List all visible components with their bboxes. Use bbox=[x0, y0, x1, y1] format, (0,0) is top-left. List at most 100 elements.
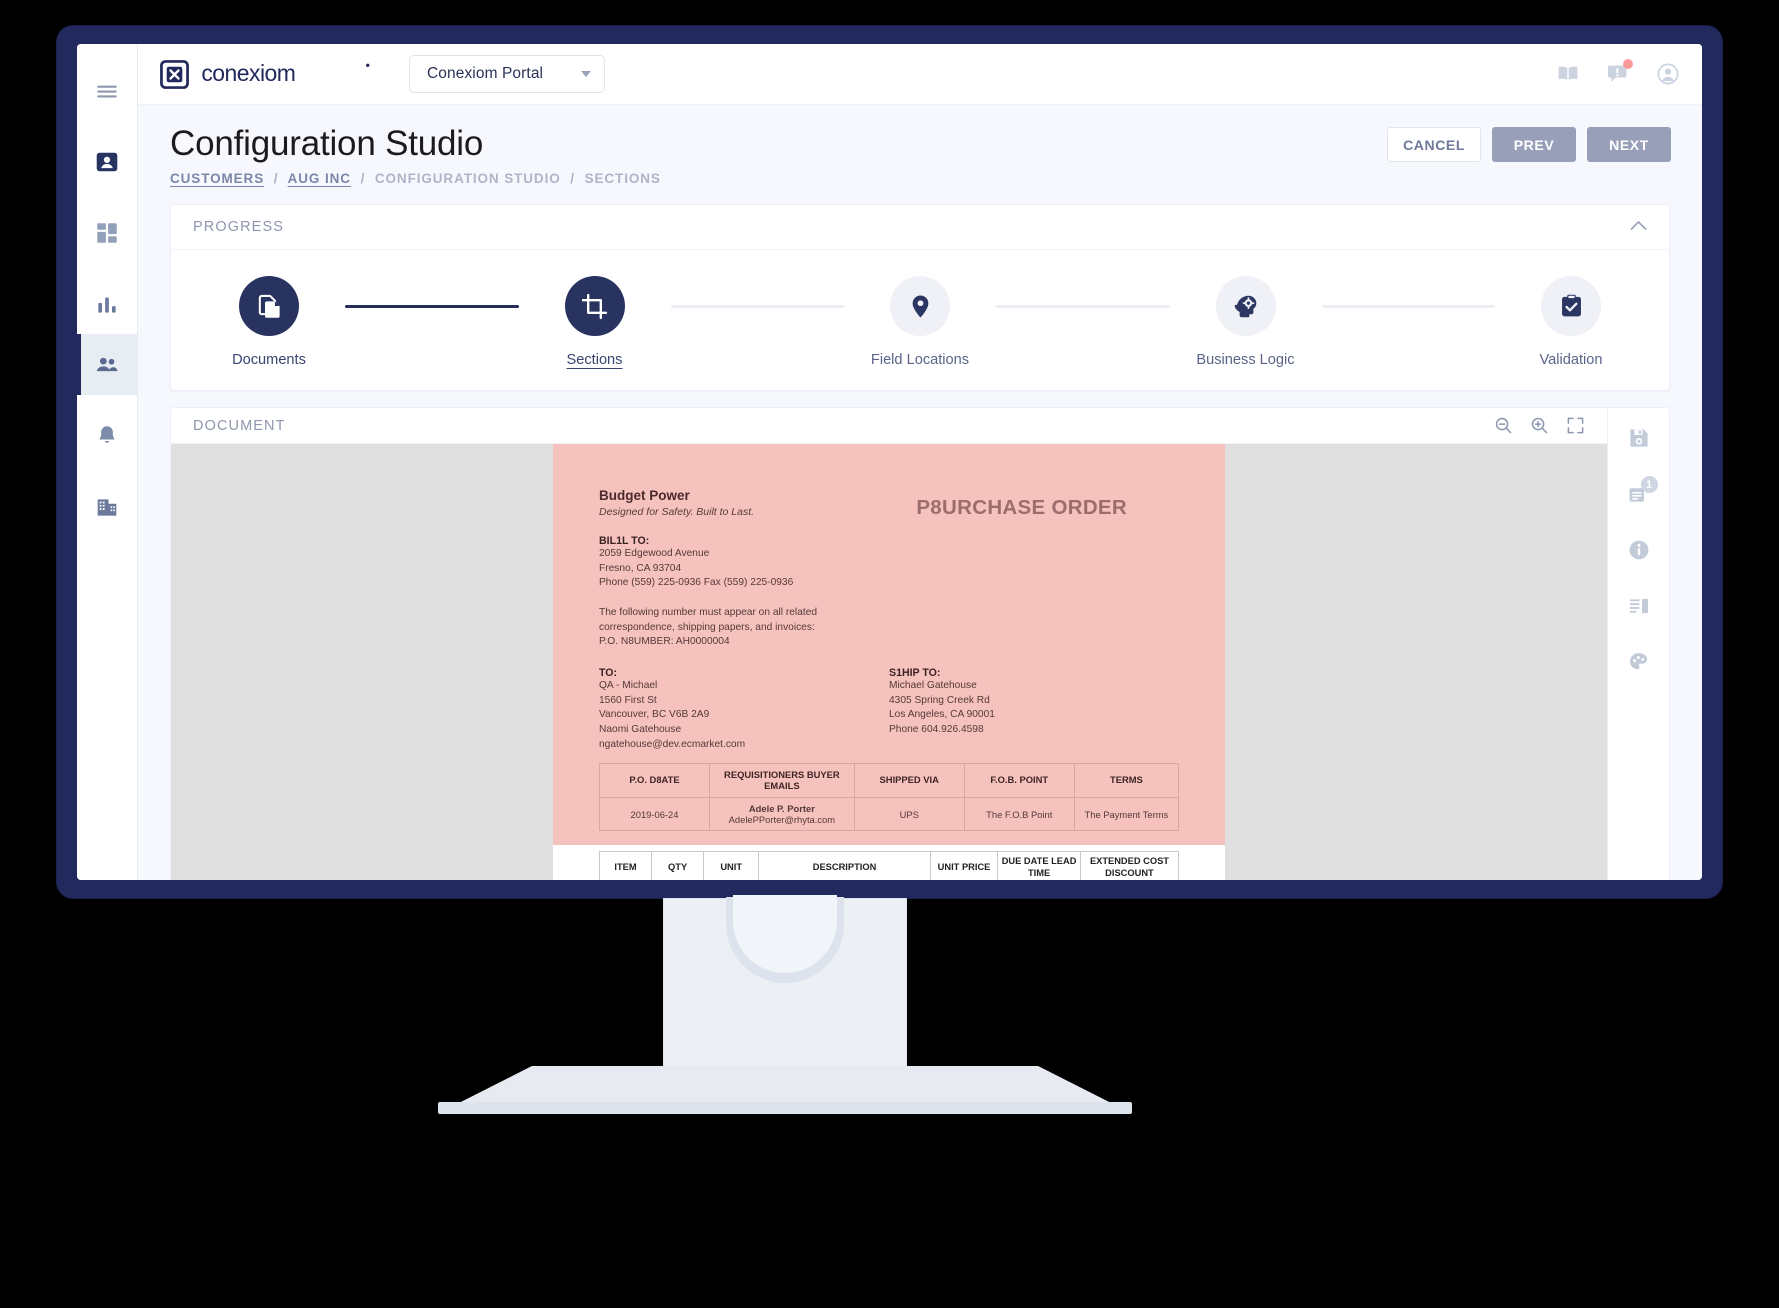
chevron-up-icon bbox=[1630, 221, 1647, 231]
topbar: conexiom Conexiom Portal bbox=[138, 44, 1702, 105]
notification-dot bbox=[1623, 59, 1633, 69]
portal-selector[interactable]: Conexiom Portal bbox=[409, 55, 605, 93]
po-items-table: ITEM QTY UNIT DESCRIPTION UNIT PRICE DUE… bbox=[598, 851, 1180, 880]
sidebar-item-menu[interactable] bbox=[77, 60, 138, 121]
brand-logo[interactable]: conexiom bbox=[160, 59, 381, 89]
po-meta-shipped-via: UPS bbox=[853, 797, 965, 832]
stepper-connector-done bbox=[345, 305, 519, 309]
breadcrumb: CUSTOMERS / AUG INC / CONFIGURATION STUD… bbox=[170, 171, 1670, 186]
stepper-connector bbox=[1321, 305, 1495, 309]
stepper-connector bbox=[670, 305, 844, 309]
notes-button[interactable]: 1 bbox=[1627, 476, 1658, 506]
step-sections[interactable]: Sections bbox=[519, 276, 671, 368]
po-items-header-extended-cost: EXTENDED COST DISCOUNT bbox=[1079, 851, 1180, 880]
book-icon bbox=[1558, 66, 1578, 81]
sidebar-item-organizations[interactable] bbox=[77, 476, 138, 537]
sidebar-item-analytics[interactable] bbox=[77, 273, 138, 334]
step-field-locations-bubble bbox=[890, 276, 950, 337]
po-meta-row: 2019-06-24 Adele P. Porter AdelePPorter@… bbox=[599, 797, 1180, 832]
left-nav-rail bbox=[77, 44, 138, 880]
zoom-in-button[interactable] bbox=[1530, 416, 1549, 435]
account-avatar-icon bbox=[1657, 63, 1679, 85]
svg-text:conexiom: conexiom bbox=[201, 61, 295, 86]
po-ship-to-line: Phone 604.926.4598 bbox=[889, 724, 984, 736]
po-highlight-region: Budget Power Designed for Safety. Built … bbox=[553, 443, 1225, 763]
info-button[interactable] bbox=[1627, 538, 1651, 562]
zoom-out-button[interactable] bbox=[1494, 416, 1513, 435]
po-meta-table: P.O. D8ATE REQUISITIONERS BUYER EMAILS S… bbox=[599, 762, 1180, 832]
palette-button[interactable] bbox=[1627, 650, 1651, 674]
screenshot-stage: conexiom Conexiom Portal Configuration S… bbox=[0, 0, 1779, 1308]
step-validation[interactable]: Validation bbox=[1495, 276, 1647, 368]
map-pin-icon bbox=[912, 295, 928, 318]
help-book-button[interactable] bbox=[1556, 62, 1580, 86]
crop-icon bbox=[581, 293, 608, 319]
step-business-logic[interactable]: Business Logic bbox=[1170, 276, 1322, 368]
contact-card-icon bbox=[96, 152, 118, 171]
monitor-bezel: conexiom Conexiom Portal Configuration S… bbox=[57, 26, 1722, 898]
step-field-locations-label: Field Locations bbox=[870, 352, 970, 369]
po-meta-header-fob: F.O.B. POINT bbox=[963, 762, 1075, 799]
brain-gear-icon bbox=[1234, 295, 1257, 317]
po-number-line: P.O. N8UMBER: AH0000004 bbox=[599, 636, 730, 648]
po-top: Budget Power Designed for Safety. Built … bbox=[599, 488, 1179, 520]
breadcrumb-separator: / bbox=[273, 171, 279, 187]
breadcrumb-item-customers[interactable]: CUSTOMERS bbox=[170, 171, 264, 186]
step-validation-bubble bbox=[1541, 276, 1601, 337]
topbar-actions bbox=[1556, 59, 1680, 86]
po-tagline: Designed for Safety. Built to Last. bbox=[599, 505, 755, 518]
step-field-locations[interactable]: Field Locations bbox=[844, 276, 996, 368]
po-bill-to-title: BIL1L TO: bbox=[599, 534, 650, 547]
monitor-neck bbox=[663, 895, 907, 1073]
next-button[interactable]: NEXT bbox=[1587, 127, 1671, 162]
po-to-title: TO: bbox=[599, 667, 618, 680]
po-items-wrap: ITEM QTY UNIT DESCRIPTION UNIT PRICE DUE… bbox=[553, 851, 1225, 880]
sidebar-item-customers[interactable] bbox=[77, 131, 138, 192]
po-heading: P8URCHASE ORDER bbox=[916, 495, 1127, 519]
step-sections-label: Sections bbox=[566, 352, 623, 369]
breadcrumb-item-aug-inc[interactable]: AUG INC bbox=[288, 171, 351, 186]
fullscreen-button[interactable] bbox=[1566, 416, 1585, 435]
portal-selector-label: Conexiom Portal bbox=[427, 65, 544, 82]
save-icon bbox=[1629, 429, 1648, 447]
sidebar-item-dashboard[interactable] bbox=[77, 202, 138, 263]
layout-icon bbox=[1629, 599, 1648, 614]
sidebar-item-users[interactable] bbox=[77, 334, 138, 395]
documents-icon bbox=[258, 294, 280, 318]
save-button[interactable] bbox=[1627, 426, 1651, 450]
account-button[interactable] bbox=[1656, 62, 1680, 86]
breadcrumb-item-sections: SECTIONS bbox=[584, 171, 661, 187]
notes-badge: 1 bbox=[1640, 476, 1658, 494]
hamburger-icon bbox=[97, 85, 117, 97]
po-meta-requisitioner-name: Adele P. Porter bbox=[748, 803, 815, 815]
po-meta-requisitioner: Adele P. Porter AdelePPorter@rhyta.com bbox=[709, 797, 855, 832]
conexiom-mark-icon bbox=[160, 59, 189, 89]
document-canvas[interactable]: Budget Power Designed for Safety. Built … bbox=[171, 443, 1607, 880]
people-icon bbox=[96, 357, 118, 371]
sidebar-item-notifications[interactable] bbox=[77, 405, 138, 466]
chevron-down-icon bbox=[581, 71, 591, 77]
step-documents[interactable]: Documents bbox=[193, 276, 345, 368]
feedback-button[interactable] bbox=[1606, 59, 1633, 86]
header-actions: CANCEL PREV NEXT bbox=[1387, 127, 1671, 162]
page-content: Configuration Studio CUSTOMERS / AUG INC… bbox=[138, 105, 1702, 880]
step-business-logic-label: Business Logic bbox=[1196, 352, 1295, 369]
layout-button[interactable] bbox=[1627, 594, 1651, 618]
po-to-line: Vancouver, BC V6B 2A9 bbox=[599, 709, 710, 721]
po-bill-to-line: Phone (559) 225-0936 Fax (559) 225-0936 bbox=[599, 577, 794, 589]
progress-card: PROGRESS Documents Sections Field Locati… bbox=[170, 204, 1670, 392]
po-company-block: Budget Power Designed for Safety. Built … bbox=[599, 488, 754, 520]
prev-button[interactable]: PREV bbox=[1492, 127, 1576, 162]
breadcrumb-separator: / bbox=[570, 171, 575, 187]
palette-icon bbox=[1629, 653, 1647, 670]
collapse-toggle[interactable] bbox=[1630, 218, 1647, 236]
po-items-header-due-date: DUE DATE LEAD TIME bbox=[997, 851, 1081, 880]
po-ship-to-title: S1HIP TO: bbox=[889, 667, 941, 680]
po-meta-date: 2019-06-24 bbox=[599, 797, 710, 832]
po-meta-header-shipped-via: SHIPPED VIA bbox=[853, 762, 965, 799]
purchase-order-paper: Budget Power Designed for Safety. Built … bbox=[553, 443, 1225, 880]
po-meta-fob: The F.O.B Point bbox=[963, 797, 1075, 832]
cancel-button[interactable]: CANCEL bbox=[1387, 127, 1481, 162]
step-documents-bubble bbox=[239, 276, 299, 337]
monitor-neck-notch-inner bbox=[733, 895, 837, 973]
